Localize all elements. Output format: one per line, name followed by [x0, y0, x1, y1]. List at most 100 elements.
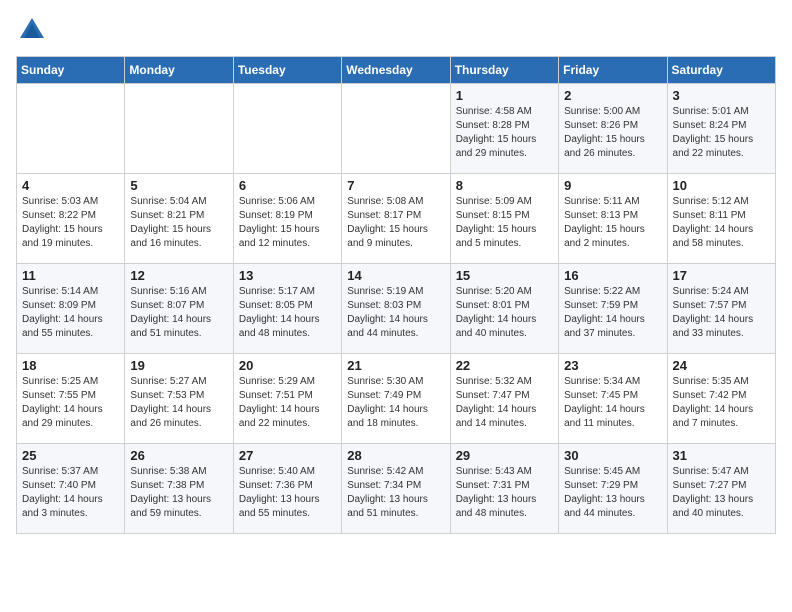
day-info: Sunrise: 5:27 AM Sunset: 7:53 PM Dayligh… — [130, 375, 227, 431]
day-info: Sunrise: 5:42 AM Sunset: 7:34 PM Dayligh… — [347, 465, 444, 521]
day-number: 1 — [456, 88, 553, 103]
day-number: 18 — [22, 358, 119, 373]
day-cell: 15 Sunrise: 5:20 AM Sunset: 8:01 PM Dayli… — [450, 264, 558, 354]
day-info: Sunrise: 5:29 AM Sunset: 7:51 PM Dayligh… — [239, 375, 336, 431]
day-cell: 23 Sunrise: 5:34 AM Sunset: 7:45 PM Dayli… — [559, 354, 667, 444]
logo — [16, 16, 46, 44]
day-info: Sunrise: 5:06 AM Sunset: 8:19 PM Dayligh… — [239, 195, 336, 251]
day-info: Sunrise: 5:34 AM Sunset: 7:45 PM Dayligh… — [564, 375, 661, 431]
page-header — [16, 16, 776, 44]
day-info: Sunrise: 5:09 AM Sunset: 8:15 PM Dayligh… — [456, 195, 553, 251]
day-number: 30 — [564, 448, 661, 463]
day-cell: 29Sunrise: 5:43 AM Sunset: 7:31 PM Dayli… — [450, 444, 558, 534]
weekday-header-thursday: Thursday — [450, 57, 558, 84]
weekday-header-monday: Monday — [125, 57, 233, 84]
day-number: 17 — [673, 268, 770, 283]
day-cell: 25Sunrise: 5:37 AM Sunset: 7:40 PM Dayli… — [17, 444, 125, 534]
day-info: Sunrise: 4:58 AM Sunset: 8:28 PM Dayligh… — [456, 105, 553, 161]
day-cell: 19 Sunrise: 5:27 AM Sunset: 7:53 PM Dayli… — [125, 354, 233, 444]
day-number: 5 — [130, 178, 227, 193]
day-info: Sunrise: 5:12 AM Sunset: 8:11 PM Dayligh… — [673, 195, 770, 251]
day-cell: 11Sunrise: 5:14 AM Sunset: 8:09 PM Dayli… — [17, 264, 125, 354]
day-info: Sunrise: 5:16 AM Sunset: 8:07 PM Dayligh… — [130, 285, 227, 341]
day-number: 2 — [564, 88, 661, 103]
day-info: Sunrise: 5:04 AM Sunset: 8:21 PM Dayligh… — [130, 195, 227, 251]
day-cell: 2Sunrise: 5:00 AM Sunset: 8:26 PM Daylig… — [559, 84, 667, 174]
day-cell — [342, 84, 450, 174]
day-info: Sunrise: 5:08 AM Sunset: 8:17 PM Dayligh… — [347, 195, 444, 251]
day-number: 24 — [673, 358, 770, 373]
day-cell: 1 Sunrise: 4:58 AM Sunset: 8:28 PM Daylig… — [450, 84, 558, 174]
day-cell: 27Sunrise: 5:40 AM Sunset: 7:36 PM Dayli… — [233, 444, 341, 534]
day-cell: 21Sunrise: 5:30 AM Sunset: 7:49 PM Dayli… — [342, 354, 450, 444]
day-info: Sunrise: 5:24 AM Sunset: 7:57 PM Dayligh… — [673, 285, 770, 341]
day-number: 27 — [239, 448, 336, 463]
day-cell: 30 Sunrise: 5:45 AM Sunset: 7:29 PM Dayli… — [559, 444, 667, 534]
day-info: Sunrise: 5:47 AM Sunset: 7:27 PM Dayligh… — [673, 465, 770, 521]
day-info: Sunrise: 5:38 AM Sunset: 7:38 PM Dayligh… — [130, 465, 227, 521]
day-cell: 24 Sunrise: 5:35 AM Sunset: 7:42 PM Dayli… — [667, 354, 775, 444]
day-info: Sunrise: 5:03 AM Sunset: 8:22 PM Dayligh… — [22, 195, 119, 251]
day-cell: 26 Sunrise: 5:38 AM Sunset: 7:38 PM Dayli… — [125, 444, 233, 534]
day-number: 15 — [456, 268, 553, 283]
day-cell: 14 Sunrise: 5:19 AM Sunset: 8:03 PM Dayli… — [342, 264, 450, 354]
day-number: 10 — [673, 178, 770, 193]
day-cell — [233, 84, 341, 174]
day-number: 16 — [564, 268, 661, 283]
day-info: Sunrise: 5:01 AM Sunset: 8:24 PM Dayligh… — [673, 105, 770, 161]
day-number: 12 — [130, 268, 227, 283]
logo-icon — [18, 16, 46, 44]
day-cell — [125, 84, 233, 174]
day-number: 9 — [564, 178, 661, 193]
calendar-table: SundayMondayTuesdayWednesdayThursdayFrid… — [16, 56, 776, 534]
day-number: 14 — [347, 268, 444, 283]
day-cell: 5 Sunrise: 5:04 AM Sunset: 8:21 PM Daylig… — [125, 174, 233, 264]
day-cell: 22 Sunrise: 5:32 AM Sunset: 7:47 PM Dayli… — [450, 354, 558, 444]
day-cell — [17, 84, 125, 174]
day-cell: 10 Sunrise: 5:12 AM Sunset: 8:11 PM Dayli… — [667, 174, 775, 264]
day-number: 21 — [347, 358, 444, 373]
weekday-header-saturday: Saturday — [667, 57, 775, 84]
day-number: 20 — [239, 358, 336, 373]
day-cell: 4 Sunrise: 5:03 AM Sunset: 8:22 PM Daylig… — [17, 174, 125, 264]
weekday-header-row: SundayMondayTuesdayWednesdayThursdayFrid… — [17, 57, 776, 84]
day-number: 28 — [347, 448, 444, 463]
day-number: 31 — [673, 448, 770, 463]
day-cell: 28 Sunrise: 5:42 AM Sunset: 7:34 PM Dayli… — [342, 444, 450, 534]
day-cell: 9Sunrise: 5:11 AM Sunset: 8:13 PM Daylig… — [559, 174, 667, 264]
week-row-2: 4 Sunrise: 5:03 AM Sunset: 8:22 PM Daylig… — [17, 174, 776, 264]
day-number: 3 — [673, 88, 770, 103]
day-number: 8 — [456, 178, 553, 193]
day-info: Sunrise: 5:35 AM Sunset: 7:42 PM Dayligh… — [673, 375, 770, 431]
day-number: 6 — [239, 178, 336, 193]
week-row-5: 25Sunrise: 5:37 AM Sunset: 7:40 PM Dayli… — [17, 444, 776, 534]
weekday-header-wednesday: Wednesday — [342, 57, 450, 84]
day-cell: 13Sunrise: 5:17 AM Sunset: 8:05 PM Dayli… — [233, 264, 341, 354]
day-info: Sunrise: 5:25 AM Sunset: 7:55 PM Dayligh… — [22, 375, 119, 431]
day-number: 23 — [564, 358, 661, 373]
day-number: 22 — [456, 358, 553, 373]
day-cell: 18 Sunrise: 5:25 AM Sunset: 7:55 PM Dayli… — [17, 354, 125, 444]
day-number: 11 — [22, 268, 119, 283]
day-number: 19 — [130, 358, 227, 373]
week-row-1: 1 Sunrise: 4:58 AM Sunset: 8:28 PM Daylig… — [17, 84, 776, 174]
day-cell: 7 Sunrise: 5:08 AM Sunset: 8:17 PM Daylig… — [342, 174, 450, 264]
day-info: Sunrise: 5:45 AM Sunset: 7:29 PM Dayligh… — [564, 465, 661, 521]
day-cell: 3 Sunrise: 5:01 AM Sunset: 8:24 PM Daylig… — [667, 84, 775, 174]
day-info: Sunrise: 5:43 AM Sunset: 7:31 PM Dayligh… — [456, 465, 553, 521]
day-info: Sunrise: 5:32 AM Sunset: 7:47 PM Dayligh… — [456, 375, 553, 431]
day-cell: 8 Sunrise: 5:09 AM Sunset: 8:15 PM Daylig… — [450, 174, 558, 264]
day-info: Sunrise: 5:20 AM Sunset: 8:01 PM Dayligh… — [456, 285, 553, 341]
week-row-4: 18 Sunrise: 5:25 AM Sunset: 7:55 PM Dayli… — [17, 354, 776, 444]
day-cell: 16Sunrise: 5:22 AM Sunset: 7:59 PM Dayli… — [559, 264, 667, 354]
day-number: 26 — [130, 448, 227, 463]
day-info: Sunrise: 5:19 AM Sunset: 8:03 PM Dayligh… — [347, 285, 444, 341]
day-number: 7 — [347, 178, 444, 193]
day-cell: 12 Sunrise: 5:16 AM Sunset: 8:07 PM Dayli… — [125, 264, 233, 354]
day-number: 4 — [22, 178, 119, 193]
week-row-3: 11Sunrise: 5:14 AM Sunset: 8:09 PM Dayli… — [17, 264, 776, 354]
day-info: Sunrise: 5:17 AM Sunset: 8:05 PM Dayligh… — [239, 285, 336, 341]
day-cell: 17 Sunrise: 5:24 AM Sunset: 7:57 PM Dayli… — [667, 264, 775, 354]
day-number: 25 — [22, 448, 119, 463]
day-cell: 20 Sunrise: 5:29 AM Sunset: 7:51 PM Dayli… — [233, 354, 341, 444]
